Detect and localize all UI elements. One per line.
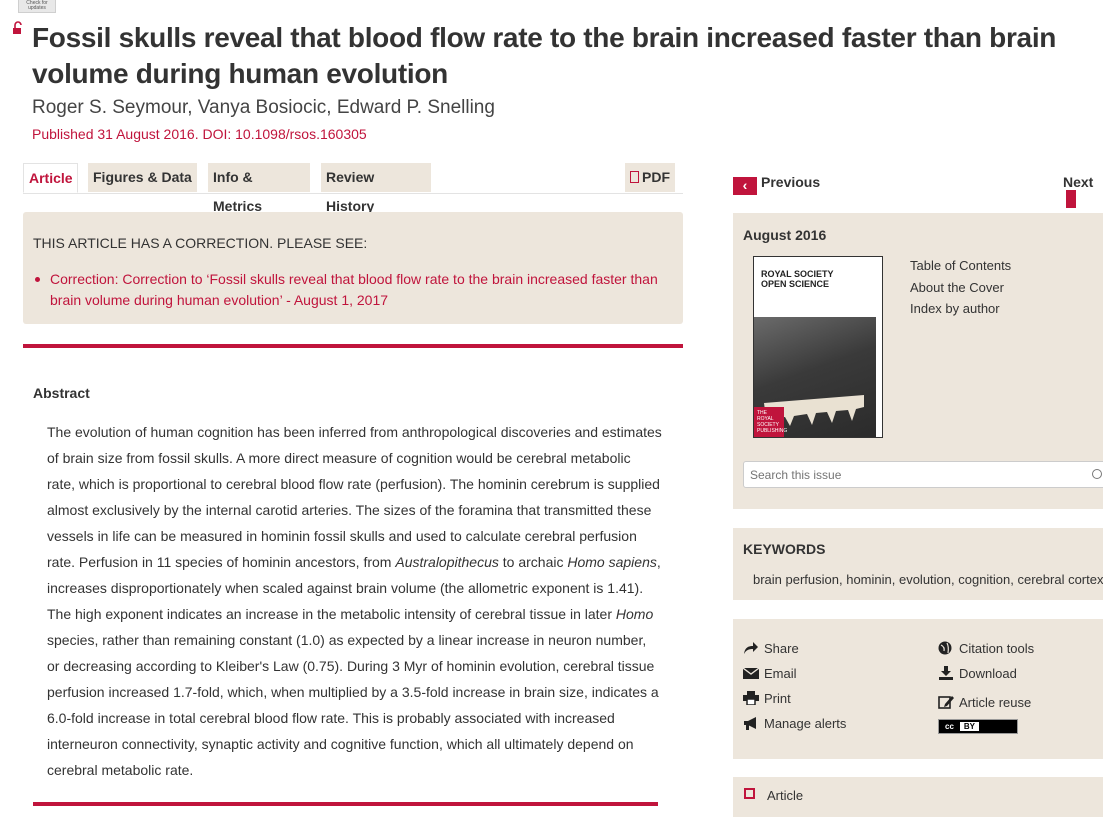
open-access-lock-icon (13, 21, 22, 34)
share-icon (744, 642, 758, 654)
cc-by-license-badge[interactable]: cc BY (938, 719, 1018, 734)
article-outline-panel: Article (733, 777, 1103, 817)
citation-tools-button[interactable]: Citation tools (938, 641, 1034, 656)
chevron-left-icon: ‹ (733, 177, 757, 195)
next-article-link[interactable]: Next (1063, 174, 1103, 208)
download-button[interactable]: Download (938, 666, 1017, 681)
publication-info[interactable]: Published 31 August 2016. DOI: 10.1098/r… (32, 126, 367, 142)
tab-info-metrics[interactable]: Info & Metrics (208, 163, 310, 214)
issue-links: Table of Contents About the Cover Index … (910, 255, 1011, 320)
table-of-contents-link[interactable]: Table of Contents (910, 255, 1011, 277)
pdf-label: PDF (642, 169, 670, 185)
correction-heading: THIS ARTICLE HAS A CORRECTION. PLEASE SE… (33, 235, 368, 251)
article-outline-link[interactable]: Article (767, 788, 803, 803)
issue-cover-image[interactable]: ROYAL SOCIETY OPEN SCIENCE THE ROYAL SOCI… (753, 256, 883, 438)
correction-link[interactable]: Correction: Correction to ‘Fossil skulls… (50, 269, 670, 311)
search-issue-input[interactable] (743, 461, 1103, 488)
abstract-text: The evolution of human cognition has bee… (47, 424, 662, 778)
index-by-author-link[interactable]: Index by author (910, 298, 1011, 320)
about-the-cover-link[interactable]: About the Cover (910, 277, 1011, 299)
keywords-list[interactable]: brain perfusion, hominin, evolution, cog… (753, 572, 1103, 587)
citation-tools-label: Citation tools (959, 641, 1035, 656)
email-button[interactable]: Email (743, 666, 797, 681)
section-divider (23, 344, 683, 348)
pdf-file-icon (630, 171, 639, 183)
globe-icon (938, 641, 952, 655)
chevron-right-icon (1066, 190, 1076, 208)
megaphone-icon (744, 717, 756, 730)
print-label: Print (764, 691, 791, 706)
checkbox-icon[interactable] (744, 788, 755, 799)
article-reuse-button[interactable]: Article reuse (938, 695, 1031, 710)
article-tabs: Article Figures & Data Info & Metrics Re… (23, 163, 683, 214)
bullet-icon (35, 277, 40, 282)
issue-panel: August 2016 ROYAL SOCIETY OPEN SCIENCE TH… (733, 213, 1103, 509)
tab-figures-data[interactable]: Figures & Data (88, 163, 197, 192)
previous-label: Previous (761, 174, 821, 190)
download-label: Download (959, 666, 1017, 681)
issue-date: August 2016 (743, 227, 827, 243)
printer-icon (743, 691, 759, 705)
keywords-panel: KEYWORDS brain perfusion, hominin, evolu… (733, 528, 1103, 600)
share-label: Share (764, 641, 799, 656)
article-title: Fossil skulls reveal that blood flow rat… (32, 22, 1057, 89)
tab-review-history[interactable]: Review History (321, 163, 431, 214)
download-icon (939, 666, 953, 680)
previous-article-link[interactable]: ‹ Previous (733, 174, 820, 195)
manage-alerts-button[interactable]: Manage alerts (743, 716, 846, 731)
email-label: Email (764, 666, 797, 681)
tab-article[interactable]: Article (23, 163, 78, 193)
correction-notice: THIS ARTICLE HAS A CORRECTION. PLEASE SE… (23, 212, 683, 324)
share-button[interactable]: Share (743, 641, 799, 656)
edit-icon (938, 696, 954, 709)
next-label: Next (1063, 174, 1094, 190)
search-icon[interactable] (1092, 469, 1102, 479)
royal-society-logo: THE ROYAL SOCIETY PUBLISHING (754, 407, 787, 437)
check-for-updates-badge[interactable]: Check for updates (18, 0, 56, 13)
article-tools-panel: Share Email Print Manage alerts Citation… (733, 619, 1103, 759)
cover-title: ROYAL SOCIETY OPEN SCIENCE (761, 269, 834, 289)
abstract-heading: Abstract (33, 385, 90, 401)
print-button[interactable]: Print (743, 691, 791, 706)
pdf-button[interactable]: PDF (625, 163, 675, 192)
section-divider-bottom (33, 802, 658, 806)
envelope-icon (743, 667, 759, 679)
cc-label: cc (945, 722, 954, 731)
manage-alerts-label: Manage alerts (764, 716, 847, 731)
author-list[interactable]: Roger S. Seymour, Vanya Bosiocic, Edward… (32, 97, 495, 119)
keywords-heading: KEYWORDS (743, 541, 826, 557)
article-reuse-label: Article reuse (959, 695, 1032, 710)
by-label: BY (959, 722, 980, 731)
